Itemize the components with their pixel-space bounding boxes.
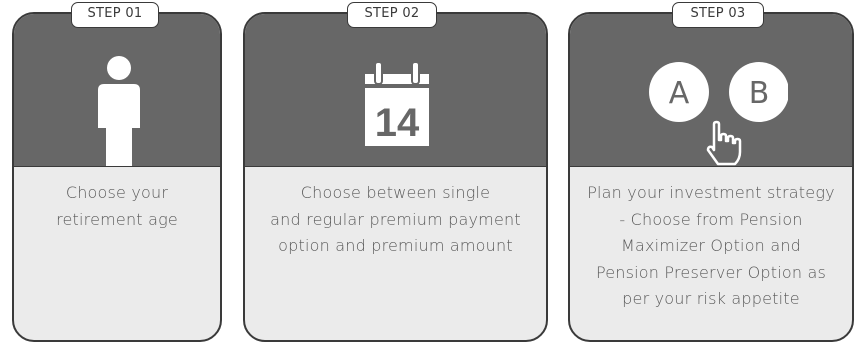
option-b-label: B: [749, 76, 770, 111]
step-3-line: Plan your investment strategy: [587, 183, 835, 202]
step-2-line: option and premium amount: [278, 236, 513, 255]
step-2-icon-panel: 14: [245, 14, 546, 167]
step-2-badge: STEP 02: [347, 2, 437, 28]
person-icon: [98, 56, 140, 166]
step-3-icon-panel: A B: [570, 14, 852, 167]
step-1-icon-panel: [14, 14, 220, 167]
step-1-description: Choose your retirement age: [14, 180, 220, 233]
step-1-badge: STEP 01: [71, 2, 159, 28]
step-2-description: Choose between single and regular premiu…: [245, 180, 546, 260]
step-1-line: Choose your: [65, 183, 169, 202]
step-3-description: Plan your investment strategy - Choose f…: [570, 180, 852, 313]
step-2-line: Choose between single: [300, 183, 491, 202]
calendar-icon: 14: [365, 61, 429, 146]
step-3-line: Pension Preserver Option as: [595, 262, 827, 282]
step-1-line: retirement age: [56, 209, 178, 229]
step-card-1: Choose your retirement age: [12, 12, 222, 342]
option-a-label: A: [669, 76, 690, 111]
step-3-badge: STEP 03: [672, 2, 764, 28]
step-2-line: and regular premium payment: [270, 209, 521, 229]
pointer-hand-icon: [706, 120, 742, 166]
step-3-line: - Choose from Pension: [619, 209, 803, 229]
step-3-line: per your risk appetite: [622, 289, 800, 308]
step-card-3: A B Plan your investment strategy - Choo…: [568, 12, 854, 342]
step-3-line: Maximizer Option and: [620, 236, 802, 255]
calendar-day: 14: [375, 101, 420, 145]
step-card-2: 14 Choose between single and regular pre…: [243, 12, 548, 342]
ab-choice-icon: A B: [649, 62, 788, 166]
